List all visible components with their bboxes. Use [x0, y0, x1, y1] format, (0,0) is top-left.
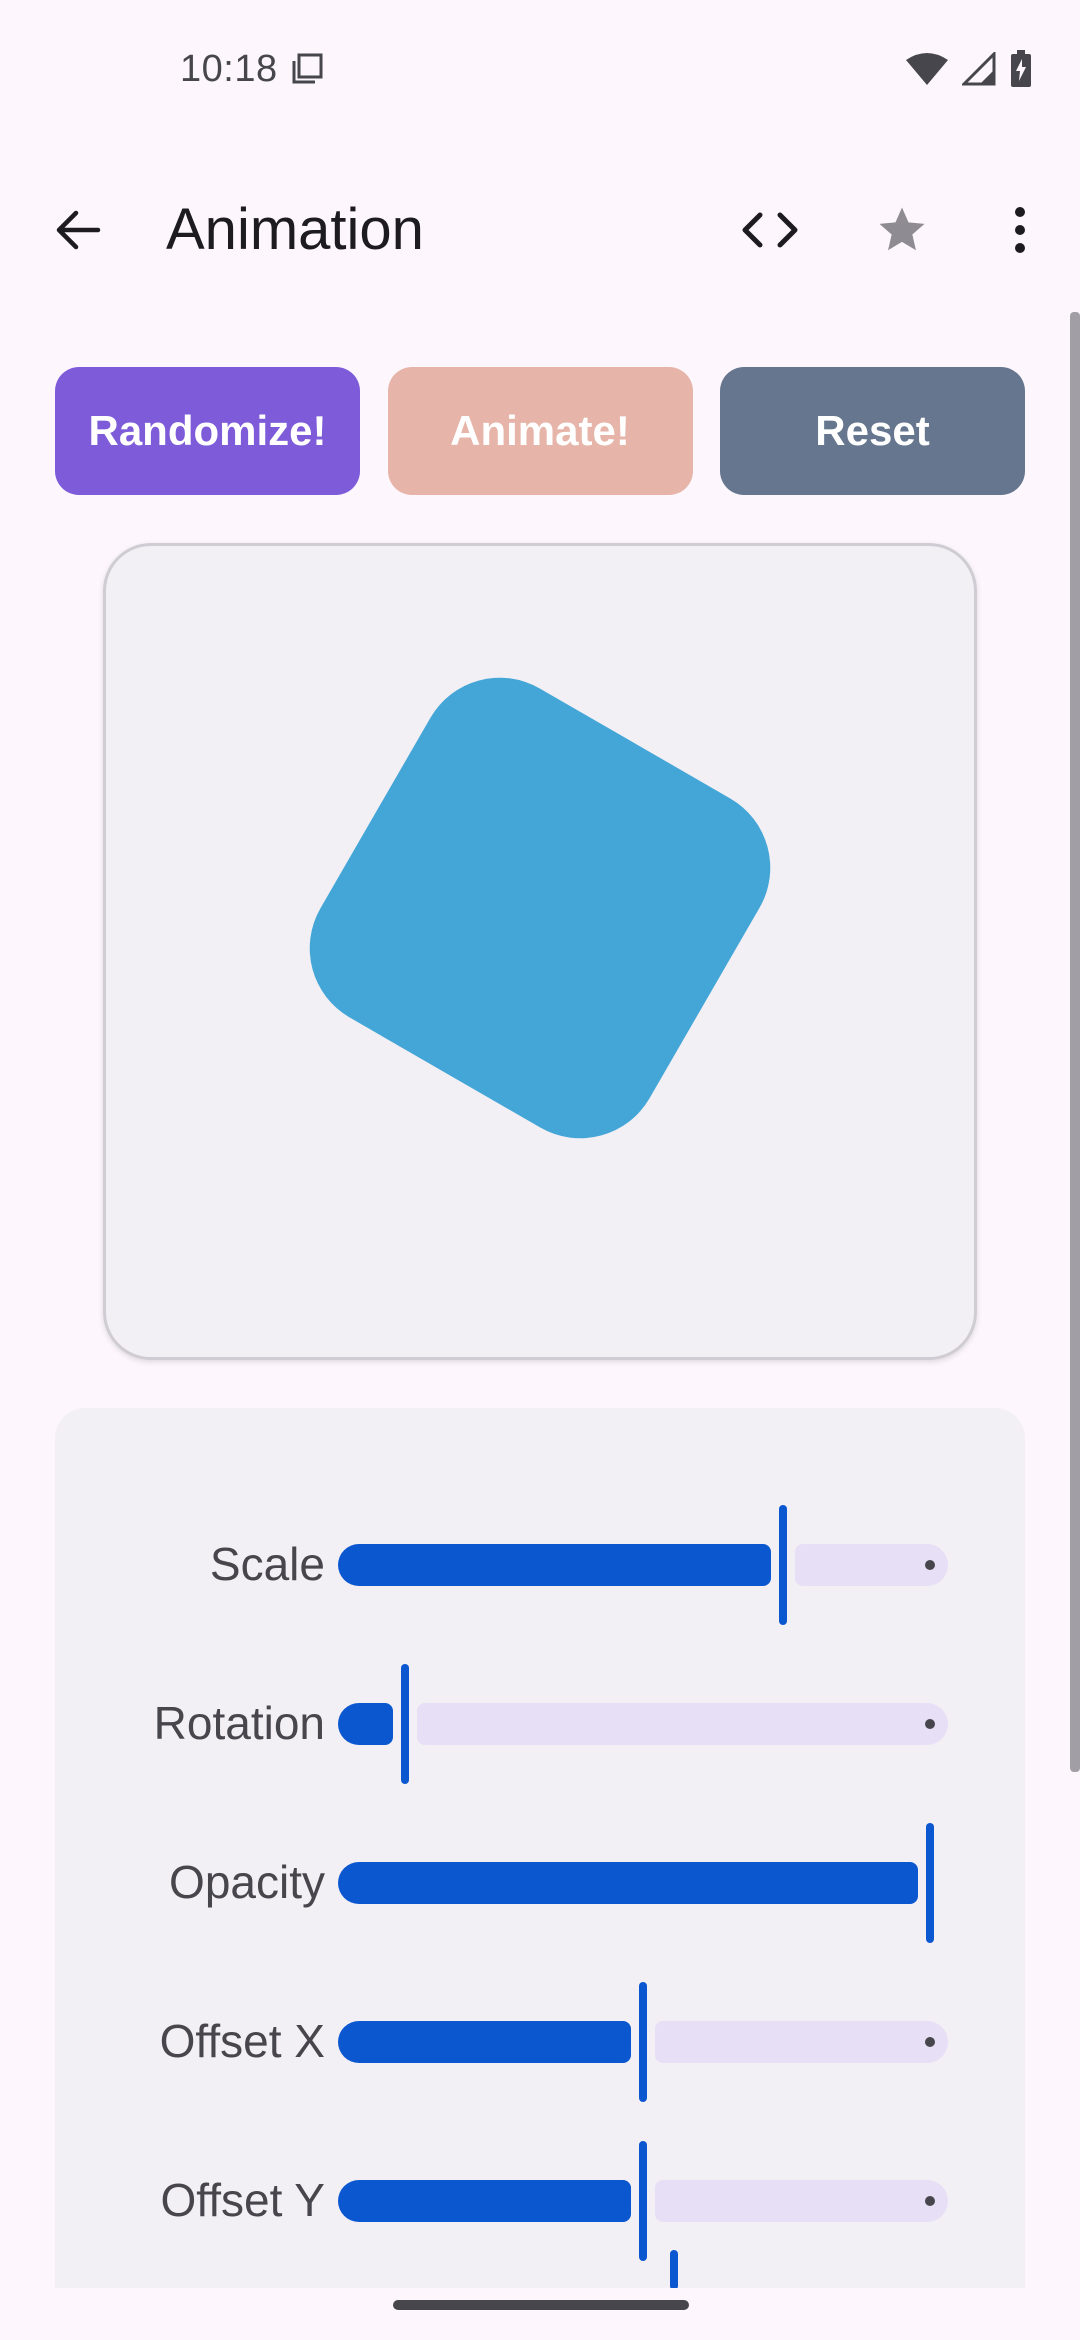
- offset-x-slider[interactable]: [338, 1982, 948, 2102]
- slider-track-active: [338, 1544, 771, 1586]
- slider-stop-indicator: [925, 1560, 935, 1570]
- slider-label: Scale: [209, 1538, 325, 1590]
- slider-track-inactive: [655, 2180, 948, 2222]
- slider-track-active: [338, 2021, 631, 2063]
- slider-thumb[interactable]: [401, 1664, 409, 1784]
- animate-button[interactable]: Animate!: [387, 367, 693, 495]
- controls-card: Scale Rotation Opacity Offset X Offset Y: [55, 1408, 1025, 2288]
- slider-row-offset-x: Offset X: [55, 1982, 1025, 2102]
- slider-track-inactive: [655, 2021, 948, 2063]
- randomize-button[interactable]: Randomize!: [55, 367, 360, 495]
- slider-thumb[interactable]: [779, 1505, 787, 1625]
- status-bar: 10:18: [0, 0, 1080, 140]
- slider-row-scale: Scale: [55, 1505, 1025, 1625]
- scrollbar[interactable]: [1070, 312, 1080, 1772]
- code-icon: [742, 212, 798, 248]
- slider-track-active: [338, 1703, 393, 1745]
- slider-stop-indicator: [925, 2196, 935, 2206]
- slider-stop-indicator: [925, 2037, 935, 2047]
- more-options-button[interactable]: [980, 190, 1060, 270]
- rotation-slider[interactable]: [338, 1664, 948, 1784]
- slider-label: Offset X: [159, 2015, 325, 2067]
- signal-icon: [962, 52, 996, 86]
- opacity-slider[interactable]: [338, 1823, 948, 1943]
- slider-stop-indicator: [925, 1719, 935, 1729]
- battery-charging-icon: [1010, 50, 1032, 88]
- scale-slider[interactable]: [338, 1505, 948, 1625]
- slider-track-active: [338, 1862, 918, 1904]
- reset-button[interactable]: Reset: [720, 367, 1025, 495]
- slider-label: Rotation: [153, 1697, 325, 1749]
- favorite-button[interactable]: [862, 190, 942, 270]
- slider-thumb[interactable]: [926, 1823, 934, 1943]
- slider-thumb[interactable]: [639, 2141, 647, 2261]
- status-time: 10:18: [180, 48, 278, 90]
- slider-row-rotation: Rotation: [55, 1664, 1025, 1784]
- arrow-back-icon: [56, 210, 101, 250]
- slider-row-opacity: Opacity: [55, 1823, 1025, 1943]
- status-icons: [906, 50, 1032, 88]
- slider-thumb[interactable]: [639, 1982, 647, 2102]
- slider-row-offset-y: Offset Y: [55, 2141, 1025, 2261]
- navigation-bar: [0, 2288, 1080, 2340]
- slider-label: Opacity: [169, 1856, 325, 1908]
- partially-visible-slider-thumb[interactable]: [670, 2250, 678, 2290]
- action-buttons: Randomize! Animate! Reset: [55, 367, 1025, 495]
- slider-track-active: [338, 2180, 631, 2222]
- screenshot-icon: [290, 52, 324, 86]
- back-button[interactable]: [38, 190, 118, 270]
- slider-label: Offset Y: [160, 2174, 325, 2226]
- wifi-icon: [906, 52, 948, 86]
- star-icon: [879, 207, 925, 251]
- gesture-handle[interactable]: [393, 2300, 689, 2310]
- page-title: Animation: [166, 197, 424, 262]
- more-vert-icon: [1015, 207, 1025, 253]
- slider-track-inactive: [417, 1703, 948, 1745]
- view-code-button[interactable]: [730, 190, 810, 270]
- offset-y-slider[interactable]: [338, 2141, 948, 2261]
- top-app-bar: Animation: [0, 160, 1080, 290]
